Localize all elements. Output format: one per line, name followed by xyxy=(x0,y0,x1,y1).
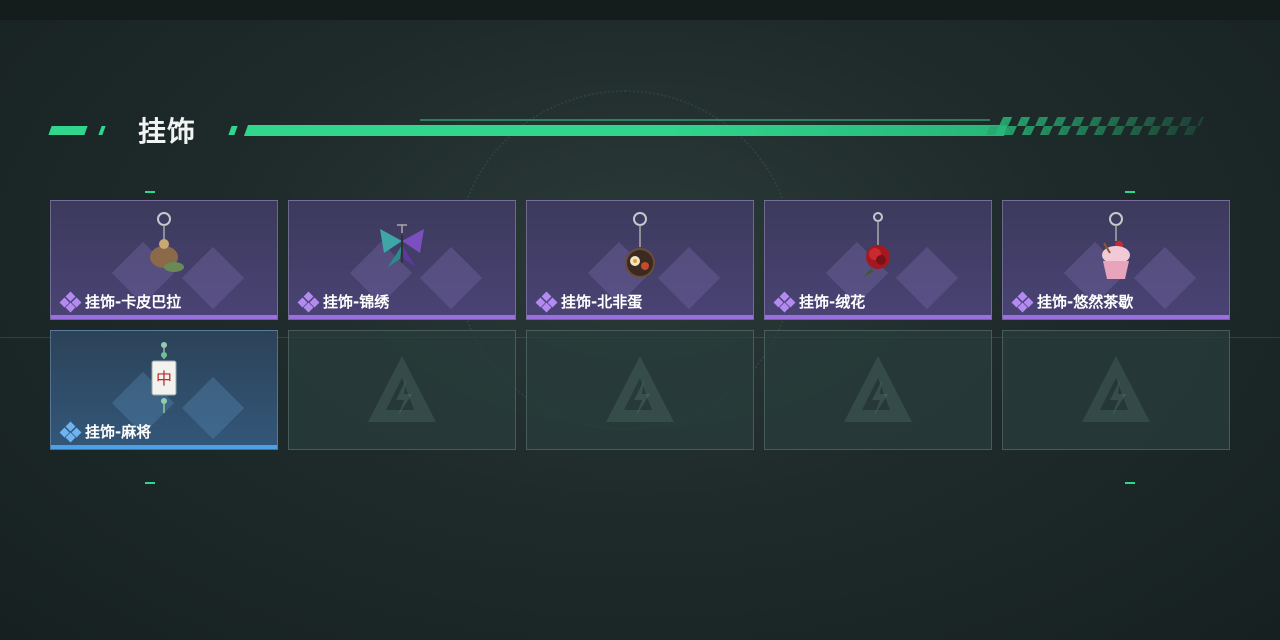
shakshuka-charm-icon xyxy=(625,212,655,278)
section-title: 挂饰 xyxy=(138,115,197,148)
empty-slot xyxy=(764,330,992,450)
corner-tick xyxy=(145,482,155,484)
cupcake-charm-icon xyxy=(1102,212,1130,279)
game-logo-icon xyxy=(844,356,912,422)
rarity-strip xyxy=(289,315,515,319)
item-label: 挂饰-锦绣 xyxy=(297,291,390,312)
header-thin-line xyxy=(420,119,990,121)
butterfly-charm-icon xyxy=(380,224,424,267)
rarity-strip xyxy=(51,315,277,319)
game-logo-icon xyxy=(606,356,674,422)
empty-slot xyxy=(288,330,516,450)
item-name: 挂饰-卡皮巴拉 xyxy=(85,293,182,311)
item-name: 挂饰-悠然茶歇 xyxy=(1037,293,1134,311)
empty-slot xyxy=(526,330,754,450)
header-long-bar xyxy=(243,125,1009,136)
rarity-strip xyxy=(765,315,991,319)
item-name: 挂饰-绒花 xyxy=(799,293,866,311)
item-card[interactable]: 挂饰-北非蛋 xyxy=(526,200,754,320)
corner-tick xyxy=(145,191,155,193)
header-accent-bar xyxy=(228,126,238,135)
rarity-strip xyxy=(527,315,753,319)
item-label: 挂饰-北非蛋 xyxy=(535,291,643,312)
capybara-charm-icon xyxy=(150,212,184,272)
item-label: 挂饰-卡皮巴拉 xyxy=(59,291,182,312)
mahjong-charm-icon: 中 xyxy=(151,342,177,413)
item-card[interactable]: 挂饰-锦绣 xyxy=(288,200,516,320)
rarity-icon xyxy=(59,421,82,442)
item-label: 挂饰-麻将 xyxy=(59,421,152,442)
item-card[interactable]: 中 挂饰-麻将 xyxy=(50,330,278,450)
top-bar xyxy=(0,0,1280,20)
rarity-icon xyxy=(773,291,796,312)
item-grid: 挂饰-卡皮巴拉 挂饰-锦绣 挂饰-北非蛋 挂饰-绒花 挂饰-悠然茶歇 中 挂饰-… xyxy=(50,200,1230,450)
rarity-icon xyxy=(297,291,320,312)
empty-slot xyxy=(1002,330,1230,450)
svg-text:中: 中 xyxy=(156,369,172,388)
corner-tick xyxy=(1125,482,1135,484)
game-logo-icon xyxy=(368,356,436,422)
item-card[interactable]: 挂饰-悠然茶歇 xyxy=(1002,200,1230,320)
item-card[interactable]: 挂饰-卡皮巴拉 xyxy=(50,200,278,320)
rarity-icon xyxy=(535,291,558,312)
header-accent-bar xyxy=(48,126,88,135)
corner-tick xyxy=(1125,191,1135,193)
rarity-strip xyxy=(51,445,277,449)
item-card[interactable]: 挂饰-绒花 xyxy=(764,200,992,320)
item-name: 挂饰-锦绣 xyxy=(323,293,390,311)
item-name: 挂饰-麻将 xyxy=(85,423,152,441)
header-checker-pattern xyxy=(985,117,1205,135)
rose-charm-icon xyxy=(864,212,890,277)
rarity-icon xyxy=(1011,291,1034,312)
item-name: 挂饰-北非蛋 xyxy=(561,293,643,311)
item-label: 挂饰-悠然茶歇 xyxy=(1011,291,1134,312)
header-accent-bar xyxy=(98,126,106,135)
item-label: 挂饰-绒花 xyxy=(773,291,866,312)
rarity-strip xyxy=(1003,315,1229,319)
game-logo-icon xyxy=(1082,356,1150,422)
rarity-icon xyxy=(59,291,82,312)
